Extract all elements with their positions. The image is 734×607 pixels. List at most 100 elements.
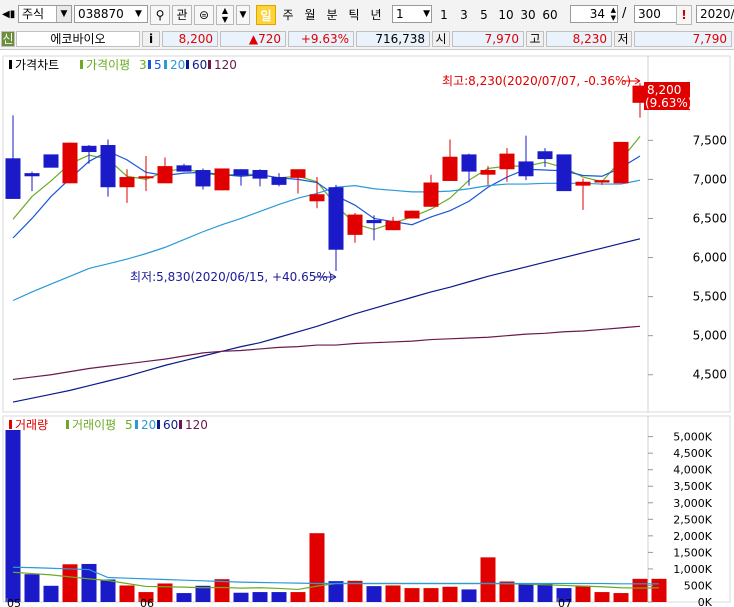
option-button[interactable]: ▼ (236, 5, 250, 25)
volume-bar (632, 578, 648, 602)
x-axis-label: 07 (558, 597, 572, 607)
volume-legend-ma-5: 5 (125, 418, 133, 432)
candle-body (518, 161, 534, 177)
high-annotation: 최고:8,230(2020/07/07, -0.36%) (442, 74, 631, 88)
volume-bar (537, 583, 553, 602)
candle-body (556, 154, 572, 192)
volume-tick-label: 4,500K (673, 447, 712, 460)
volume-bar (100, 579, 116, 602)
candle-body (24, 173, 40, 177)
spin-icon[interactable]: ▲ ▼ (611, 6, 616, 22)
volume-bar (233, 592, 249, 602)
volume-bar (442, 586, 458, 602)
candle-body (43, 154, 59, 168)
candle-body (176, 165, 192, 172)
toolbar: ◀▮ 주식 ▼ 038870 ▼ ⚲ 관 ⊜ ▲ ▼ ▼ 1 ▼ 34 ▲ ▼ / … (0, 0, 734, 30)
interval-button-1[interactable]: 1 (436, 5, 452, 25)
volume-bar (43, 585, 59, 602)
chevron-down-icon[interactable]: ▼ (56, 6, 71, 22)
price-legend-marker-20 (164, 60, 167, 69)
volume-tick-label: 3,000K (673, 497, 712, 510)
stepper-button[interactable]: ▲ ▼ (216, 5, 234, 25)
volume-tick-label: 2,500K (673, 513, 712, 526)
interval-button-60[interactable]: 60 (540, 5, 560, 25)
stock-code-value: 038870 (78, 7, 124, 21)
volume-value: 716,738 (356, 31, 430, 47)
price-legend-ma-marker (80, 60, 83, 69)
volume-legend-ma-marker (66, 420, 69, 429)
period-button-1[interactable]: 주 (278, 5, 298, 25)
interval-button-5[interactable]: 5 (476, 5, 492, 25)
price-legend-marker-5 (148, 60, 151, 69)
price-legend-ma-title: 가격이평 (86, 58, 130, 72)
chevron-up-icon: ▲ (221, 6, 229, 15)
chevron-down-icon[interactable]: ▼ (135, 6, 147, 22)
open-price: 7,970 (452, 31, 524, 47)
price-legend-ma-20: 20 (170, 58, 185, 72)
volume-bar (404, 588, 420, 602)
candle-body (119, 177, 135, 188)
candle-body (404, 210, 420, 219)
candle-body (214, 168, 230, 191)
price-legend-ma-60: 60 (192, 58, 207, 72)
volume-legend-marker-120 (179, 420, 182, 429)
candle-body (62, 142, 78, 184)
interval-button-10[interactable]: 10 (496, 5, 516, 25)
candle-body (613, 141, 629, 184)
search-button[interactable]: ⚲ (150, 5, 170, 25)
market-select[interactable]: 주식 ▼ (18, 5, 72, 23)
interval-select[interactable]: 1 ▼ (392, 5, 432, 23)
period-button-0[interactable]: 일 (256, 5, 276, 25)
volume-bar (119, 585, 135, 602)
price-legend-ma-120: 120 (214, 58, 237, 72)
candle-body (252, 170, 268, 179)
date-input[interactable]: 2020/07 (696, 5, 734, 23)
volume-tick-label: 0K (698, 596, 713, 607)
menu-handle-icon[interactable]: ◀▮ (2, 9, 15, 20)
volume-bar (366, 586, 382, 602)
volume-tick-label: 4,000K (673, 464, 712, 477)
chevron-down-icon[interactable]: ▼ (423, 6, 430, 22)
volume-bar (176, 593, 192, 602)
period-button-2[interactable]: 월 (300, 5, 320, 25)
price-tick-label: 6,000 (693, 251, 727, 265)
watchlist-button[interactable]: 관 (172, 5, 192, 25)
alert-button[interactable]: ! (676, 5, 692, 25)
volume-legend-title: 거래량 (15, 418, 48, 432)
candle-body (81, 145, 97, 153)
low-annotation: 최저:5,830(2020/06/15, +40.65%) (130, 270, 332, 284)
stock-code-input[interactable]: 038870 ▼ (74, 5, 148, 23)
period-button-4[interactable]: 틱 (344, 5, 364, 25)
search-icon: ⚲ (155, 8, 165, 22)
volume-tick-label: 500K (684, 579, 713, 592)
volume-tick-label: 1,000K (673, 563, 712, 576)
interval-button-3[interactable]: 3 (456, 5, 472, 25)
link-button[interactable]: ⊜ (194, 5, 214, 25)
price-tick-label: 5,000 (693, 329, 727, 343)
volume-bar (62, 564, 78, 602)
candle-body (461, 154, 477, 172)
candle-body (385, 220, 401, 231)
interval-button-30[interactable]: 30 (518, 5, 538, 25)
volume-bar (480, 557, 496, 602)
candle-body (499, 153, 515, 170)
x-axis-label: 06 (140, 597, 154, 607)
stock-name[interactable]: 에코바이오 (16, 31, 140, 47)
volume-bar (461, 589, 477, 602)
period-button-3[interactable]: 분 (322, 5, 342, 25)
chart-area[interactable]: 4,500 5,000 5,500 6,000 6,500 7,000 7,500 0K 500… (0, 50, 734, 607)
candle-body (309, 194, 325, 202)
change-percent: +9.63% (288, 31, 354, 47)
volume-bar (594, 592, 610, 602)
price-tick-label: 7,000 (693, 172, 727, 186)
candle-body (157, 166, 173, 184)
candle-body (575, 181, 591, 186)
info-button[interactable]: i (142, 31, 160, 47)
volume-bar (5, 430, 21, 602)
bars-shown-input[interactable]: 34 ▲ ▼ (570, 5, 618, 23)
period-button-5[interactable]: 년 (366, 5, 386, 25)
volume-legend-marker-20 (135, 420, 138, 429)
volume-bar (214, 579, 230, 602)
chevron-down-icon: ▼ (221, 15, 229, 24)
price-tick-label: 4,500 (693, 368, 727, 382)
